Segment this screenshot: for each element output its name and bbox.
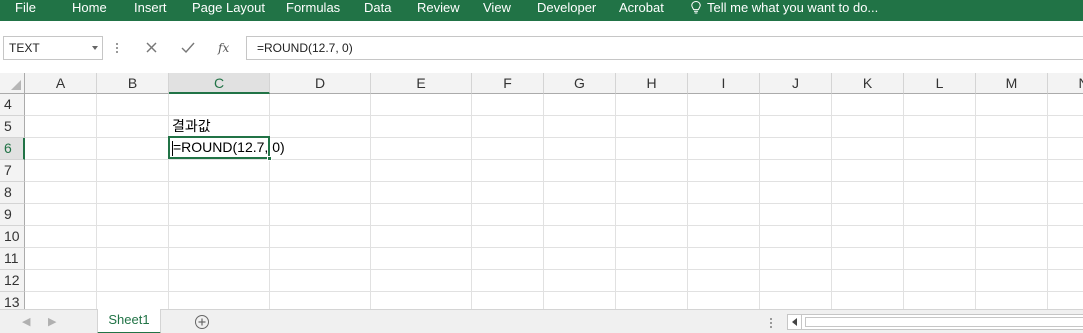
text-cursor	[172, 141, 173, 156]
cancel-button[interactable]	[140, 36, 164, 60]
column-header-m[interactable]: M	[976, 73, 1048, 94]
gridline	[25, 203, 1083, 204]
gridline	[687, 94, 688, 309]
column-header-k[interactable]: K	[832, 73, 904, 94]
gridline	[168, 94, 169, 309]
gridline	[903, 94, 904, 309]
column-header-e[interactable]: E	[371, 73, 472, 94]
gridline	[370, 94, 371, 309]
tab-data[interactable]: Data	[364, 0, 391, 21]
row-header-12[interactable]: 12	[0, 270, 25, 292]
column-header-a[interactable]: A	[25, 73, 97, 94]
fill-handle[interactable]	[267, 156, 272, 161]
gridline	[759, 94, 760, 309]
select-all-icon	[11, 80, 21, 90]
tab-view[interactable]: View	[483, 0, 511, 21]
spreadsheet-grid[interactable]: A B C D E F G H I J K L M N 4 5 6 7 8 9 …	[0, 73, 1083, 309]
tab-page-layout[interactable]: Page Layout	[192, 0, 265, 21]
row-header-13[interactable]: 13	[0, 292, 25, 309]
chevron-down-icon[interactable]	[92, 46, 98, 50]
tab-home[interactable]: Home	[72, 0, 107, 21]
row-header-6[interactable]: 6	[0, 138, 25, 160]
gridline	[975, 94, 976, 309]
sheet-tab-sheet1[interactable]: Sheet1	[97, 309, 161, 333]
close-icon	[146, 42, 157, 53]
gridline	[269, 94, 270, 309]
column-header-g[interactable]: G	[544, 73, 616, 94]
gridline	[615, 94, 616, 309]
row-header-11[interactable]: 11	[0, 248, 25, 270]
gridline	[471, 94, 472, 309]
tab-review[interactable]: Review	[417, 0, 460, 21]
checkmark-icon	[181, 42, 195, 54]
svg-text:fx: fx	[217, 41, 229, 55]
formula-input[interactable]: =ROUND(12.7, 0)	[246, 36, 1083, 60]
row-header-7[interactable]: 7	[0, 160, 25, 182]
sheet-tab-bar: ◀ ▶ Sheet1	[0, 309, 1083, 333]
lightbulb-icon	[691, 0, 701, 14]
row-header-5[interactable]: 5	[0, 116, 25, 138]
select-all-button[interactable]	[0, 73, 25, 94]
column-header-n[interactable]: N	[1048, 73, 1083, 94]
tell-me-text: Tell me what you want to do...	[707, 0, 879, 15]
gridline	[25, 247, 1083, 248]
column-header-h[interactable]: H	[616, 73, 688, 94]
drag-handle-icon[interactable]	[116, 43, 119, 55]
cell-c6-edit-text: =ROUND(12.7, 0)	[173, 139, 285, 155]
column-header-f[interactable]: F	[472, 73, 544, 94]
column-header-j[interactable]: J	[760, 73, 832, 94]
scrollbar-thumb[interactable]	[805, 317, 1083, 327]
arrow-left-icon	[792, 318, 797, 326]
column-header-d[interactable]: D	[270, 73, 371, 94]
formula-input-value: =ROUND(12.7, 0)	[257, 41, 353, 55]
scroll-left-button[interactable]	[788, 315, 802, 329]
tab-formulas[interactable]: Formulas	[286, 0, 340, 21]
tab-acrobat[interactable]: Acrobat	[619, 0, 664, 21]
plus-circle-icon	[195, 315, 209, 329]
tab-insert[interactable]: Insert	[134, 0, 167, 21]
gridline	[96, 94, 97, 309]
gridline	[543, 94, 544, 309]
column-header-i[interactable]: I	[688, 73, 760, 94]
horizontal-scrollbar[interactable]	[787, 314, 1083, 330]
scroll-tabs-right-icon[interactable]: ▶	[48, 316, 58, 328]
gridline	[25, 181, 1083, 182]
tab-developer[interactable]: Developer	[537, 0, 596, 21]
row-header-4[interactable]: 4	[0, 94, 25, 116]
name-box[interactable]: TEXT	[3, 36, 103, 60]
function-icon: fx	[217, 41, 229, 55]
gridline	[831, 94, 832, 309]
ribbon-tab-bar: File Home Insert Page Layout Formulas Da…	[0, 0, 1083, 21]
gridline	[25, 291, 1083, 292]
cell-c5[interactable]: 결과값	[172, 116, 211, 136]
row-header-9[interactable]: 9	[0, 204, 25, 226]
formula-bar-row: TEXT fx =ROUND(12.7, 0)	[0, 21, 1083, 73]
tab-file[interactable]: File	[15, 0, 36, 21]
active-cell-c6[interactable]: =ROUND(12.7, 0)	[168, 136, 285, 161]
name-box-value: TEXT	[9, 41, 40, 55]
gridline	[1047, 94, 1048, 309]
column-header-c[interactable]: C	[169, 73, 270, 94]
gridline	[25, 159, 1083, 160]
row-header-8[interactable]: 8	[0, 182, 25, 204]
new-sheet-button[interactable]	[194, 314, 210, 330]
column-header-l[interactable]: L	[904, 73, 976, 94]
enter-button[interactable]	[176, 36, 200, 60]
scroll-tabs-left-icon[interactable]: ◀	[22, 316, 32, 328]
gridline	[25, 225, 1083, 226]
row-header-10[interactable]: 10	[0, 226, 25, 248]
tab-splitter-handle[interactable]	[770, 318, 773, 330]
insert-function-button[interactable]: fx	[212, 36, 236, 60]
column-header-b[interactable]: B	[97, 73, 169, 94]
gridline	[25, 269, 1083, 270]
